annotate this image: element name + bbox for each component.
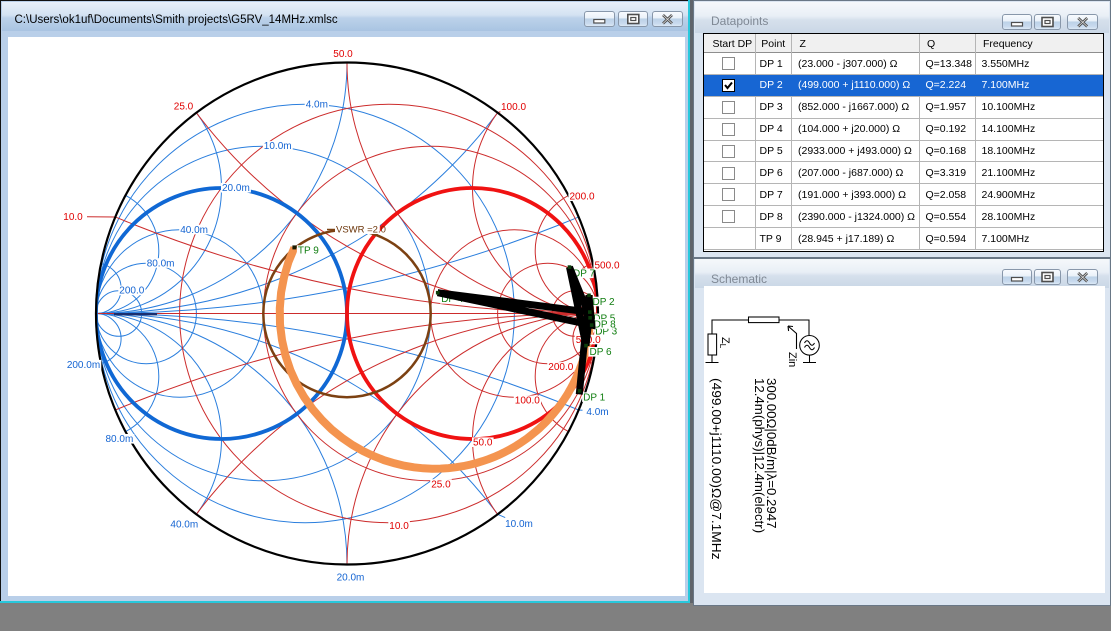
svg-text:100.0: 100.0 [501,102,526,113]
svg-text:20.0m: 20.0m [222,183,250,194]
svg-text:10.0m: 10.0m [505,519,533,530]
svg-text:80.0m: 80.0m [106,434,134,445]
svg-text:40.0m: 40.0m [180,225,208,236]
svg-text:100.0: 100.0 [515,396,540,407]
svg-text:25.0: 25.0 [431,479,451,490]
svg-text:DP 8: DP 8 [594,319,616,330]
svg-text:40.0m: 40.0m [170,520,198,531]
svg-text:TP 9: TP 9 [298,245,319,256]
svg-text:80.0m: 80.0m [147,258,175,269]
svg-text:DP 2: DP 2 [593,297,615,308]
svg-text:50.0: 50.0 [473,438,493,449]
svg-text:200.0: 200.0 [569,192,594,203]
svg-text:500.0: 500.0 [594,261,619,272]
svg-text:200.0: 200.0 [119,286,144,297]
svg-text:Zin: Zin [786,352,798,367]
svg-text:ZL: ZL [718,337,731,349]
svg-text:DP 6: DP 6 [590,347,612,358]
svg-text:20.0m: 20.0m [337,573,365,584]
svg-text:10.0: 10.0 [63,212,83,223]
svg-text:25.0: 25.0 [174,102,194,113]
svg-text:10.0m: 10.0m [264,141,292,152]
svg-text:10.0: 10.0 [389,521,409,532]
svg-text:50.0: 50.0 [333,49,353,60]
svg-text:VSWR =2.0: VSWR =2.0 [336,225,386,236]
svg-text:200.0: 200.0 [548,362,573,373]
svg-text:4.0m: 4.0m [586,407,608,418]
svg-text:DP 1: DP 1 [583,392,605,403]
svg-text:200.0m: 200.0m [67,360,100,371]
svg-text:4.0m: 4.0m [306,99,328,110]
